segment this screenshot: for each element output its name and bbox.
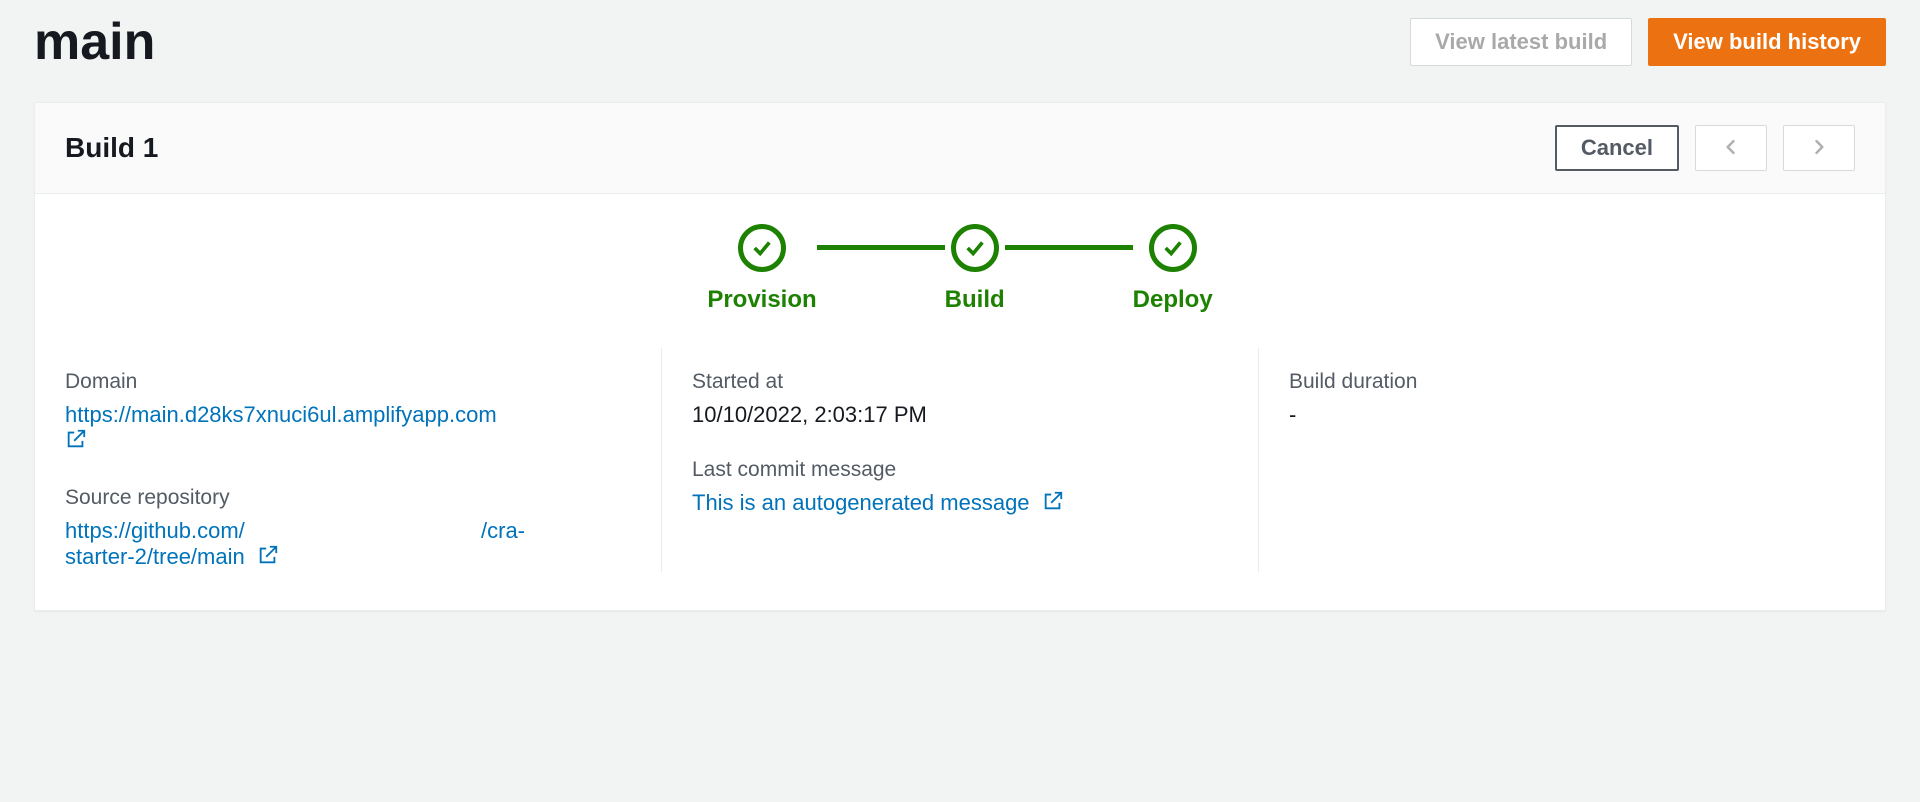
- chevron-left-icon: [1721, 137, 1741, 160]
- domain-label: Domain: [65, 370, 631, 394]
- details-col-1: Domain https://main.d28ks7xnuci6ul.ampli…: [65, 348, 661, 572]
- source-repo-link[interactable]: https://github.com/ /cra- starter-2/tree…: [65, 518, 525, 572]
- build-panel-header: Build 1 Cancel: [35, 103, 1885, 194]
- details-col-3: Build duration -: [1258, 348, 1855, 572]
- step-connector: [1005, 245, 1133, 250]
- step-deploy: Deploy: [1133, 224, 1213, 314]
- build-duration-field: Build duration -: [1289, 370, 1855, 428]
- step-provision: Provision: [707, 224, 816, 314]
- build-duration-label: Build duration: [1289, 370, 1855, 394]
- source-repo-line1: https://github.com/: [65, 518, 245, 544]
- previous-build-button[interactable]: [1695, 125, 1767, 171]
- commit-field: Last commit message This is an autogener…: [692, 458, 1258, 518]
- build-title: Build 1: [65, 132, 158, 164]
- step-build-label: Build: [945, 286, 1005, 314]
- view-latest-build-button[interactable]: View latest build: [1410, 18, 1632, 66]
- external-link-icon: [65, 428, 87, 456]
- step-build: Build: [945, 224, 1005, 314]
- commit-text: This is an autogenerated message: [692, 490, 1030, 515]
- step-deploy-label: Deploy: [1133, 286, 1213, 314]
- details-col-2: Started at 10/10/2022, 2:03:17 PM Last c…: [661, 348, 1258, 572]
- step-provision-label: Provision: [707, 286, 816, 314]
- source-repo-line1-suffix: /cra-: [481, 518, 525, 544]
- chevron-right-icon: [1809, 137, 1829, 160]
- check-circle-icon: [951, 224, 999, 272]
- source-repo-field: Source repository https://github.com/ /c…: [65, 486, 631, 572]
- domain-url-text: https://main.d28ks7xnuci6ul.amplifyapp.c…: [65, 402, 497, 427]
- started-at-label: Started at: [692, 370, 1258, 394]
- check-circle-icon: [1149, 224, 1197, 272]
- page-title: main: [34, 12, 155, 72]
- source-repo-line2: starter-2/tree/main: [65, 544, 245, 569]
- domain-field: Domain https://main.d28ks7xnuci6ul.ampli…: [65, 370, 631, 456]
- view-build-history-button[interactable]: View build history: [1648, 18, 1886, 66]
- check-circle-icon: [738, 224, 786, 272]
- next-build-button[interactable]: [1783, 125, 1855, 171]
- commit-link[interactable]: This is an autogenerated message: [692, 490, 1064, 515]
- started-at-field: Started at 10/10/2022, 2:03:17 PM: [692, 370, 1258, 428]
- build-details: Domain https://main.d28ks7xnuci6ul.ampli…: [35, 348, 1885, 610]
- cancel-button[interactable]: Cancel: [1555, 125, 1679, 171]
- domain-link[interactable]: https://main.d28ks7xnuci6ul.amplifyapp.c…: [65, 402, 497, 453]
- commit-label: Last commit message: [692, 458, 1258, 482]
- started-at-value: 10/10/2022, 2:03:17 PM: [692, 402, 1258, 428]
- step-connector: [817, 245, 945, 250]
- external-link-icon: [1042, 490, 1064, 518]
- build-header-actions: Cancel: [1555, 125, 1855, 171]
- header-actions: View latest build View build history: [1410, 18, 1886, 66]
- external-link-icon: [257, 544, 279, 572]
- build-stepper: Provision Build Deploy: [35, 194, 1885, 348]
- build-duration-value: -: [1289, 402, 1855, 428]
- source-repo-label: Source repository: [65, 486, 631, 510]
- build-panel: Build 1 Cancel Pr: [34, 102, 1886, 611]
